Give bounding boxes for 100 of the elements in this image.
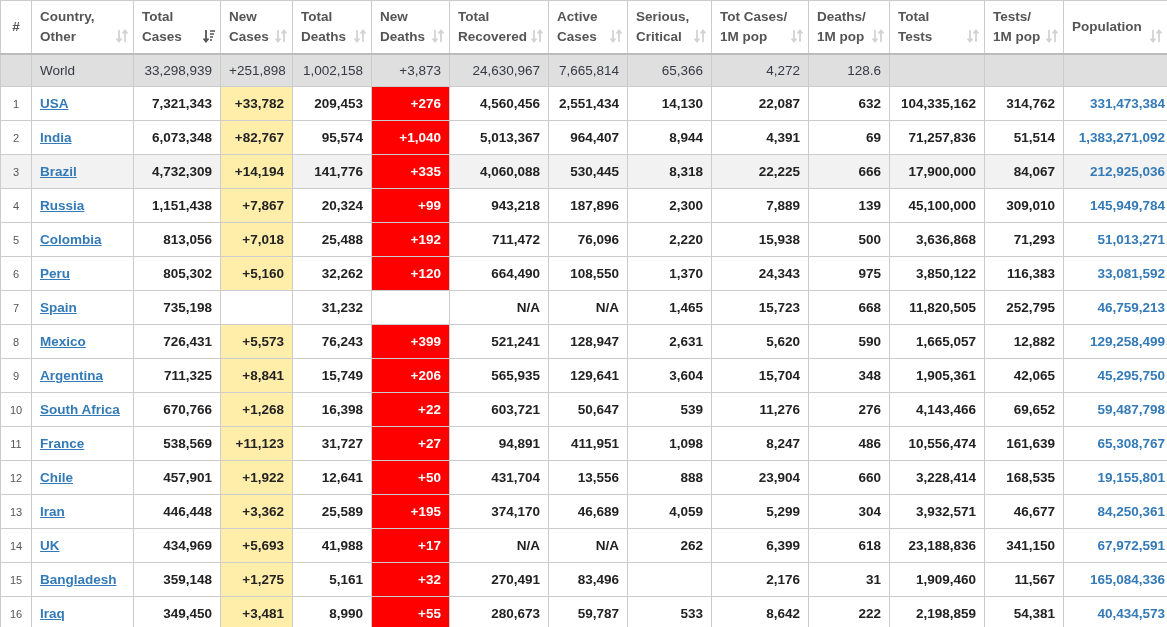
sort-icon[interactable] xyxy=(791,28,803,43)
tests-per-million-cell: 314,762 xyxy=(984,86,1064,121)
sort-descending-icon[interactable] xyxy=(203,28,215,43)
recovered-cell: 270,491 xyxy=(449,562,549,597)
sort-icon[interactable] xyxy=(694,28,706,43)
active-cases-cell: N/A xyxy=(548,528,628,563)
rank-cell: 6 xyxy=(0,256,32,291)
total-deaths-cell: 15,749 xyxy=(292,358,372,393)
column-header[interactable]: New Deaths xyxy=(371,0,450,54)
rank-cell: 12 xyxy=(0,460,32,495)
new-cases-cell: +14,194 xyxy=(220,154,293,189)
country-link[interactable]: Peru xyxy=(40,266,70,281)
rank-cell: 8 xyxy=(0,324,32,359)
country-link[interactable]: India xyxy=(40,130,72,145)
active-cases-cell: 76,096 xyxy=(548,222,628,257)
column-header[interactable]: Serious, Critical xyxy=(627,0,712,54)
new-cases-cell: +11,123 xyxy=(220,426,293,461)
critical-cell: 2,220 xyxy=(627,222,712,257)
sort-icon[interactable] xyxy=(116,28,128,43)
sort-icon[interactable] xyxy=(967,28,979,43)
deaths-per-million-cell: 660 xyxy=(808,460,890,495)
column-header[interactable]: Deaths/ 1M pop xyxy=(808,0,890,54)
column-header[interactable]: Total Tests xyxy=(889,0,985,54)
recovered-cell: 4,060,088 xyxy=(449,154,549,189)
column-header[interactable]: Total Deaths xyxy=(292,0,372,54)
critical-cell: 2,300 xyxy=(627,188,712,223)
total-tests-cell: 10,556,474 xyxy=(889,426,985,461)
cases-per-million-cell: 8,247 xyxy=(711,426,809,461)
sort-icon[interactable] xyxy=(354,28,366,43)
recovered-cell: 374,170 xyxy=(449,494,549,529)
total-tests-cell: 17,900,000 xyxy=(889,154,985,189)
critical-cell: 8,944 xyxy=(627,120,712,155)
critical-cell: 1,098 xyxy=(627,426,712,461)
sort-icon[interactable] xyxy=(872,28,884,43)
critical-cell: 2,631 xyxy=(627,324,712,359)
deaths-per-million-cell: 139 xyxy=(808,188,890,223)
total-tests-cell: 1,909,460 xyxy=(889,562,985,597)
rank-cell: 11 xyxy=(0,426,32,461)
recovered-cell: 94,891 xyxy=(449,426,549,461)
country-link[interactable]: Iran xyxy=(40,504,65,519)
column-header[interactable]: Tot Cases/ 1M pop xyxy=(711,0,809,54)
country-link[interactable]: Russia xyxy=(40,198,85,213)
country-link[interactable]: Mexico xyxy=(40,334,86,349)
sort-icon[interactable] xyxy=(1046,28,1058,43)
recovered-cell: 4,560,456 xyxy=(449,86,549,121)
column-header[interactable]: Tests/ 1M pop xyxy=(984,0,1064,54)
total-tests-cell: 4,143,466 xyxy=(889,392,985,427)
country-link[interactable]: USA xyxy=(40,96,69,111)
total-tests-cell: 23,188,836 xyxy=(889,528,985,563)
new-deaths-cell: +32 xyxy=(371,562,450,597)
sort-icon[interactable] xyxy=(275,28,287,43)
recovered-cell: 943,218 xyxy=(449,188,549,223)
tests-per-million-cell: 69,652 xyxy=(984,392,1064,427)
column-header[interactable]: Total Cases xyxy=(133,0,221,54)
column-header[interactable]: Population xyxy=(1063,0,1167,54)
total-deaths-cell: 20,324 xyxy=(292,188,372,223)
recovered-cell: 431,704 xyxy=(449,460,549,495)
rank-cell: 1 xyxy=(0,86,32,121)
cases-per-million-cell: 24,343 xyxy=(711,256,809,291)
deaths-per-million-cell: 304 xyxy=(808,494,890,529)
active-cases-cell: 83,496 xyxy=(548,562,628,597)
rank-cell: 7 xyxy=(0,290,32,325)
sort-icon[interactable] xyxy=(432,28,444,43)
column-header[interactable]: Country, Other xyxy=(31,0,134,54)
column-header[interactable]: # xyxy=(0,0,32,54)
column-header[interactable]: Total Recovered xyxy=(449,0,549,54)
country-link[interactable]: Iraq xyxy=(40,606,65,621)
cases-per-million-cell: 4,391 xyxy=(711,120,809,155)
total-cases-cell: 6,073,348 xyxy=(133,120,221,155)
total-deaths-cell: 12,641 xyxy=(292,460,372,495)
country-link[interactable]: France xyxy=(40,436,85,451)
sort-icon[interactable] xyxy=(610,28,622,43)
tests-per-million-cell: 84,067 xyxy=(984,154,1064,189)
new-cases-cell: +1,268 xyxy=(220,392,293,427)
column-header[interactable]: New Cases xyxy=(220,0,293,54)
country-link[interactable]: Brazil xyxy=(40,164,77,179)
country-link[interactable]: UK xyxy=(40,538,60,553)
tests-per-million-cell: 51,514 xyxy=(984,120,1064,155)
sort-icon[interactable] xyxy=(1150,28,1162,43)
sort-icon[interactable] xyxy=(531,28,543,43)
tests-per-million-cell: 161,639 xyxy=(984,426,1064,461)
country-link[interactable]: Chile xyxy=(40,470,73,485)
new-deaths-cell: +27 xyxy=(371,426,450,461)
total-deaths-cell: 76,243 xyxy=(292,324,372,359)
rank-cell: 15 xyxy=(0,562,32,597)
column-header[interactable]: Active Cases xyxy=(548,0,628,54)
cases-per-million-cell: 15,704 xyxy=(711,358,809,393)
rank-cell: 9 xyxy=(0,358,32,393)
recovered-cell: 565,935 xyxy=(449,358,549,393)
critical-cell: 539 xyxy=(627,392,712,427)
rank-cell: 2 xyxy=(0,120,32,155)
new-cases-cell: +1,922 xyxy=(220,460,293,495)
new-deaths-cell: +1,040 xyxy=(371,120,450,155)
country-link[interactable]: Spain xyxy=(40,300,77,315)
new-deaths-cell: +99 xyxy=(371,188,450,223)
total-tests-cell: 71,257,836 xyxy=(889,120,985,155)
rank-cell: 4 xyxy=(0,188,32,223)
deaths-per-million-cell: 486 xyxy=(808,426,890,461)
critical-cell: 8,318 xyxy=(627,154,712,189)
total-cases-cell: 359,148 xyxy=(133,562,221,597)
